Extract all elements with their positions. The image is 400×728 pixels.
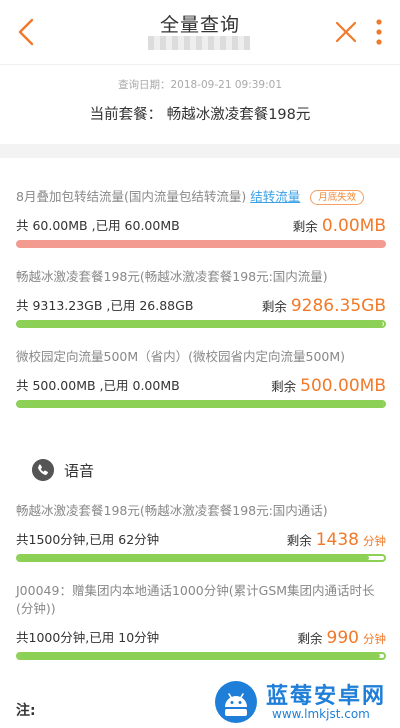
remaining: 剩余 0.00MB — [293, 216, 386, 236]
more-options-icon[interactable] — [372, 18, 386, 46]
remaining-label: 剩余 — [297, 631, 323, 646]
remaining: 剩余 9286.35GB — [262, 296, 386, 316]
remaining-label: 剩余 — [286, 533, 312, 548]
item-title-text: 8月叠加包转结流量(国内流量包结转流量) — [16, 189, 247, 204]
usage-text: 共1000分钟,已用 10分钟 — [16, 630, 160, 645]
remaining-value: 9286.35GB — [290, 296, 386, 316]
watermark-name: 蓝莓安卓网 — [266, 684, 387, 709]
remaining: 剩余 990 分钟 — [298, 628, 386, 648]
query-info: 查询日期：2018-09-21 09:39:01 当前套餐： 畅越冰激凌套餐19… — [0, 64, 400, 144]
voice-item: 畅越冰激凌套餐198元(畅越冰激凌套餐198元:国内通话) 共1500分钟,已用… — [16, 502, 386, 562]
remaining: 剩余 500.00MB — [271, 376, 386, 396]
remaining-value: 1438 — [315, 530, 359, 550]
masked-phone-number — [148, 36, 250, 50]
watermark: 蓝莓安卓网 www.lmkjst.com — [210, 674, 400, 728]
remaining: 剩余 1438 分钟 — [287, 530, 386, 550]
remaining-unit: 分钟 — [363, 632, 386, 646]
remaining-unit: 分钟 — [363, 534, 386, 548]
item-title: 畅越冰激凌套餐198元(畅越冰激凌套餐198元:国内流量) — [16, 269, 328, 284]
expiry-badge: 月底失效 — [310, 190, 365, 205]
query-date: 查询日期：2018-09-21 09:39:01 — [117, 79, 283, 91]
note-label: 注: — [16, 703, 36, 719]
remaining-value: 990 — [326, 628, 359, 648]
progress-fill — [18, 556, 369, 560]
phone-icon — [32, 459, 54, 481]
remaining-label: 剩余 — [271, 379, 297, 394]
carryover-link[interactable]: 结转流量 — [250, 189, 300, 204]
data-item: 畅越冰激凌套餐198元(畅越冰激凌套餐198元:国内流量) 共 9313.23G… — [16, 268, 386, 328]
item-title: J00049：赠集团内本地通话1000分钟(累计GSM集团内通话时长(分钟)) — [16, 583, 375, 616]
voice-item: J00049：赠集团内本地通话1000分钟(累计GSM集团内通话时长(分钟)) … — [16, 582, 386, 660]
android-logo-icon — [215, 681, 257, 723]
remaining-label: 剩余 — [261, 299, 287, 314]
usage-row: 共 500.00MB ,已用 0.00MB 剩余 500.00MB — [16, 372, 386, 396]
usage-text: 共 60.00MB ,已用 60.00MB — [16, 218, 180, 233]
progress-fill — [18, 402, 384, 406]
progress-bar — [16, 400, 386, 408]
item-title: 畅越冰激凌套餐198元(畅越冰激凌套餐198元:国内通话) — [16, 503, 328, 518]
progress-bar — [16, 554, 386, 562]
progress-bar — [16, 652, 386, 660]
usage-row: 共 9313.23GB ,已用 26.88GB 剩余 9286.35GB — [16, 292, 386, 316]
progress-fill — [18, 322, 383, 326]
voice-section-label: 语音 — [64, 462, 95, 480]
usage-row: 共1000分钟,已用 10分钟 剩余 990 分钟 — [16, 624, 386, 648]
header-bar: 全量查询 — [0, 0, 400, 64]
usage-row: 共 60.00MB ,已用 60.00MB 剩余 0.00MB — [16, 212, 386, 236]
data-item: 8月叠加包转结流量(国内流量包结转流量) 结转流量 月底失效 共 60.00MB… — [16, 188, 386, 248]
usage-text: 共1500分钟,已用 62分钟 — [16, 532, 160, 547]
progress-bar — [16, 240, 386, 248]
remaining-value: 500.00MB — [300, 376, 386, 396]
item-title: 8月叠加包转结流量(国内流量包结转流量) 结转流量 月底失效 — [16, 188, 386, 206]
usage-row: 共1500分钟,已用 62分钟 剩余 1438 分钟 — [16, 526, 386, 550]
usage-text: 共 500.00MB ,已用 0.00MB — [16, 378, 180, 393]
progress-fill — [18, 654, 381, 658]
remaining-value: 0.00MB — [321, 216, 386, 236]
data-item: 微校园定向流量500M（省内）(微校园省内定向流量500M) 共 500.00M… — [16, 348, 386, 408]
usage-text: 共 9313.23GB ,已用 26.88GB — [16, 298, 194, 313]
remaining-label: 剩余 — [292, 219, 318, 234]
current-package: 当前套餐： 畅越冰激凌套餐198元 — [89, 107, 311, 123]
voice-section-header: 语音 — [0, 452, 400, 492]
progress-bar — [16, 320, 386, 328]
close-icon[interactable] — [334, 20, 358, 44]
watermark-url: www.lmkjst.com — [272, 707, 370, 721]
item-title: 微校园定向流量500M（省内）(微校园省内定向流量500M) — [16, 349, 346, 364]
section-divider — [0, 144, 400, 158]
